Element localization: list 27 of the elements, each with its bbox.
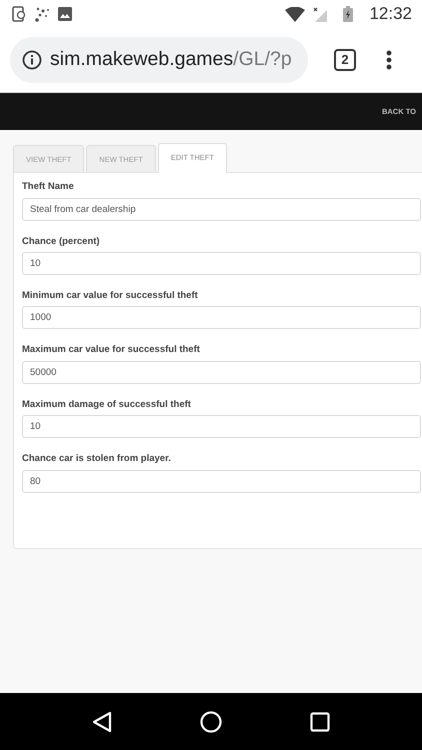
image-icon	[58, 7, 72, 21]
menu-icon[interactable]	[386, 50, 392, 70]
field-label: Minimum car value for successful theft	[22, 290, 199, 302]
input-field[interactable]: 1000	[22, 306, 421, 330]
dots-icon	[34, 6, 50, 22]
phone-icon	[12, 6, 26, 22]
input-field[interactable]: 50000	[22, 360, 421, 384]
tab-count-button[interactable]: 2	[334, 49, 356, 71]
input-field[interactable]: 10	[22, 415, 421, 438]
status-time: 12:32	[369, 3, 412, 26]
field-label: Chance (percent)	[22, 236, 101, 248]
field-label: Theft Name	[22, 181, 75, 193]
address-bar[interactable]: sim.makeweb.games/GL/?p	[10, 37, 308, 83]
info-icon	[22, 50, 42, 70]
input-field[interactable]: 80	[22, 470, 421, 493]
field-label: Maximum damage of successful theft	[22, 398, 192, 410]
url-text: sim.makeweb.games/GL/?p	[50, 47, 292, 72]
signal-icon	[313, 6, 328, 22]
battery-icon	[343, 6, 354, 22]
input-field[interactable]: Steal from car dealership	[22, 198, 421, 221]
wifi-icon	[285, 6, 306, 22]
input-field[interactable]: 10	[22, 252, 421, 276]
home-icon[interactable]	[200, 710, 222, 732]
recents-icon[interactable]	[310, 712, 330, 732]
field-label: Maximum car value for successful theft	[22, 344, 201, 356]
field-label: Chance car is stolen from player.	[22, 453, 172, 465]
back-icon[interactable]	[92, 710, 112, 732]
